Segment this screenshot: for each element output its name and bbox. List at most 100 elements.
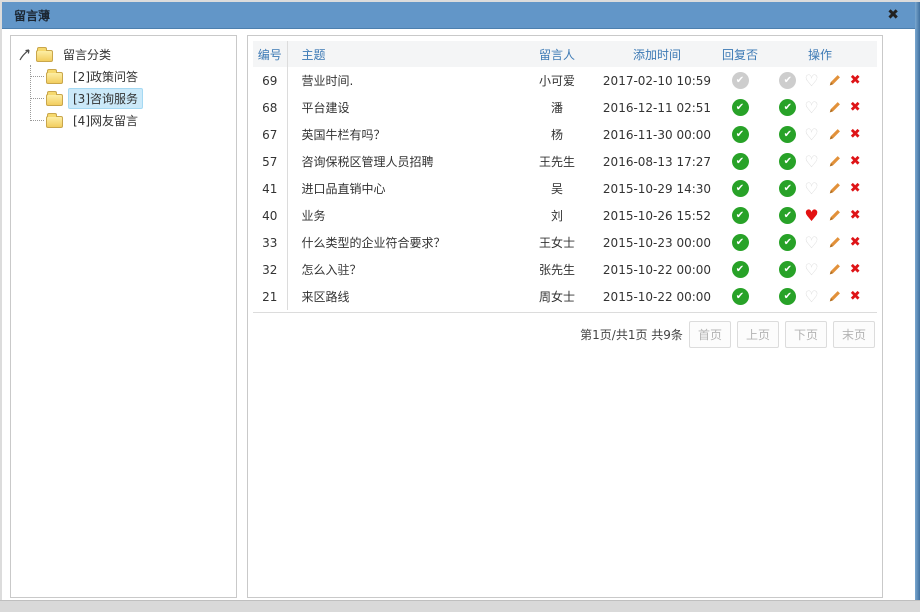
approved-check-icon[interactable]: ✔ [779, 261, 796, 278]
category-tree: 留言分类 [2]政策问答 [3]咨询服务 [4]网友留言 [15, 43, 232, 131]
approved-check-icon[interactable]: ✔ [779, 126, 796, 143]
row-author-cell: 杨 [517, 121, 597, 148]
replied-check-icon[interactable]: ✔ [732, 261, 749, 278]
delete-icon[interactable]: ✖ [850, 155, 861, 168]
prev-page-button[interactable]: 上页 [737, 321, 779, 348]
heart-icon[interactable]: ♡ [804, 100, 818, 116]
edit-pencil-icon[interactable] [827, 73, 842, 88]
row-id-cell: 21 [253, 283, 287, 310]
table-row: 21 来区路线 周女士 2015-10-22 00:00 ✔ ✔ ♡ ✖ [253, 283, 877, 310]
delete-icon[interactable]: ✖ [850, 209, 861, 222]
tree-node[interactable]: [4]网友留言 [31, 109, 232, 131]
tree-root-label: 留言分类 [58, 44, 116, 65]
table-row: 33 什么类型的企业符合要求？ 王女士 2015-10-23 00:00 ✔ ✔… [253, 229, 877, 256]
row-author-cell: 王先生 [517, 148, 597, 175]
header-replied: 回复否 [717, 41, 763, 67]
row-actions-cell: ✔ ♡ ✖ [763, 229, 877, 256]
edit-pencil-icon[interactable] [827, 235, 842, 250]
row-author-cell: 刘 [517, 202, 597, 229]
replied-check-icon[interactable]: ✔ [732, 207, 749, 224]
replied-check-icon[interactable]: ✔ [732, 99, 749, 116]
edit-pencil-icon[interactable] [827, 100, 842, 115]
header-author: 留言人 [517, 41, 597, 67]
row-replied-cell: ✔ [717, 229, 763, 256]
delete-icon[interactable]: ✖ [850, 290, 861, 303]
edit-pencil-icon[interactable] [827, 181, 842, 196]
row-id-cell: 68 [253, 94, 287, 121]
replied-check-icon[interactable]: ✔ [732, 72, 749, 89]
tree-node[interactable]: [3]咨询服务 [31, 87, 232, 109]
replied-check-icon[interactable]: ✔ [732, 126, 749, 143]
table-row: 57 咨询保税区管理人员招聘 王先生 2016-08-13 17:27 ✔ ✔ … [253, 148, 877, 175]
edit-pencil-icon[interactable] [827, 289, 842, 304]
row-time-cell: 2015-10-26 15:52 [597, 202, 717, 229]
row-author-cell: 潘 [517, 94, 597, 121]
delete-icon[interactable]: ✖ [850, 182, 861, 195]
delete-icon[interactable]: ✖ [850, 263, 861, 276]
replied-check-icon[interactable]: ✔ [732, 234, 749, 251]
heart-icon[interactable]: ♡ [804, 73, 818, 89]
delete-icon[interactable]: ✖ [850, 101, 861, 114]
row-subject-cell: 怎么入驻？ [287, 256, 517, 283]
delete-icon[interactable]: ✖ [850, 128, 861, 141]
first-page-button[interactable]: 首页 [689, 321, 731, 348]
edit-pencil-icon[interactable] [827, 154, 842, 169]
row-subject-cell: 咨询保税区管理人员招聘 [287, 148, 517, 175]
next-page-button[interactable]: 下页 [785, 321, 827, 348]
header-time: 添加时间 [597, 41, 717, 67]
edit-pencil-icon[interactable] [827, 208, 842, 223]
tree-root-node[interactable]: 留言分类 [15, 43, 232, 65]
row-actions-cell: ✔ ♡ ✖ [763, 148, 877, 175]
row-actions-cell: ✔ ♡ ✖ [763, 121, 877, 148]
row-replied-cell: ✔ [717, 67, 763, 94]
heart-icon[interactable]: ♡ [804, 289, 818, 305]
table-row: 40 业务 刘 2015-10-26 15:52 ✔ ✔ ♥ ✖ [253, 202, 877, 229]
approved-check-icon[interactable]: ✔ [779, 288, 796, 305]
approved-check-icon[interactable]: ✔ [779, 234, 796, 251]
approved-check-icon[interactable]: ✔ [779, 180, 796, 197]
replied-check-icon[interactable]: ✔ [732, 153, 749, 170]
heart-icon[interactable]: ♡ [804, 127, 818, 143]
approved-check-icon[interactable]: ✔ [779, 99, 796, 116]
edit-pencil-icon[interactable] [827, 127, 842, 142]
heart-icon[interactable]: ♡ [804, 154, 818, 170]
row-replied-cell: ✔ [717, 202, 763, 229]
approved-check-icon[interactable]: ✔ [779, 153, 796, 170]
table-row: 41 进口品直销中心 吴 2015-10-29 14:30 ✔ ✔ ♡ ✖ [253, 175, 877, 202]
table-row: 32 怎么入驻？ 张先生 2015-10-22 00:00 ✔ ✔ ♡ ✖ [253, 256, 877, 283]
approved-check-icon[interactable]: ✔ [779, 207, 796, 224]
window-right-edge [915, 2, 920, 600]
last-page-button[interactable]: 末页 [833, 321, 875, 348]
heart-icon[interactable]: ♥ [804, 208, 818, 224]
row-subject-cell: 英国牛栏有吗？ [287, 121, 517, 148]
tree-node[interactable]: [2]政策问答 [31, 65, 232, 87]
row-actions-cell: ✔ ♡ ✖ [763, 256, 877, 283]
table-row: 67 英国牛栏有吗？ 杨 2016-11-30 00:00 ✔ ✔ ♡ ✖ [253, 121, 877, 148]
row-actions-cell: ✔ ♡ ✖ [763, 175, 877, 202]
row-id-cell: 67 [253, 121, 287, 148]
row-time-cell: 2015-10-22 00:00 [597, 283, 717, 310]
row-author-cell: 小可爱 [517, 67, 597, 94]
tree-node-label: [2]政策问答 [68, 66, 143, 87]
pagination: 第1页/共1页 共9条 首页 上页 下页 末页 [253, 312, 877, 356]
heart-icon[interactable]: ♡ [804, 235, 818, 251]
row-actions-cell: ✔ ♥ ✖ [763, 202, 877, 229]
replied-check-icon[interactable]: ✔ [732, 180, 749, 197]
edit-pencil-icon[interactable] [827, 262, 842, 277]
row-replied-cell: ✔ [717, 256, 763, 283]
tree-node-label: [4]网友留言 [68, 110, 143, 131]
row-time-cell: 2016-12-11 02:51 [597, 94, 717, 121]
row-time-cell: 2015-10-22 00:00 [597, 256, 717, 283]
table-body: 69 营业时间. 小可爱 2017-02-10 10:59 ✔ ✔ ♡ ✖ 68… [253, 67, 877, 310]
delete-icon[interactable]: ✖ [850, 236, 861, 249]
replied-check-icon[interactable]: ✔ [732, 288, 749, 305]
heart-icon[interactable]: ♡ [804, 262, 818, 278]
page-info: 第1页/共1页 共9条 [580, 326, 683, 343]
heart-icon[interactable]: ♡ [804, 181, 818, 197]
folder-icon [46, 72, 63, 84]
close-icon[interactable]: ✖ [883, 6, 903, 24]
approved-check-icon[interactable]: ✔ [779, 72, 796, 89]
row-actions-cell: ✔ ♡ ✖ [763, 94, 877, 121]
delete-icon[interactable]: ✖ [850, 74, 861, 87]
row-time-cell: 2016-08-13 17:27 [597, 148, 717, 175]
